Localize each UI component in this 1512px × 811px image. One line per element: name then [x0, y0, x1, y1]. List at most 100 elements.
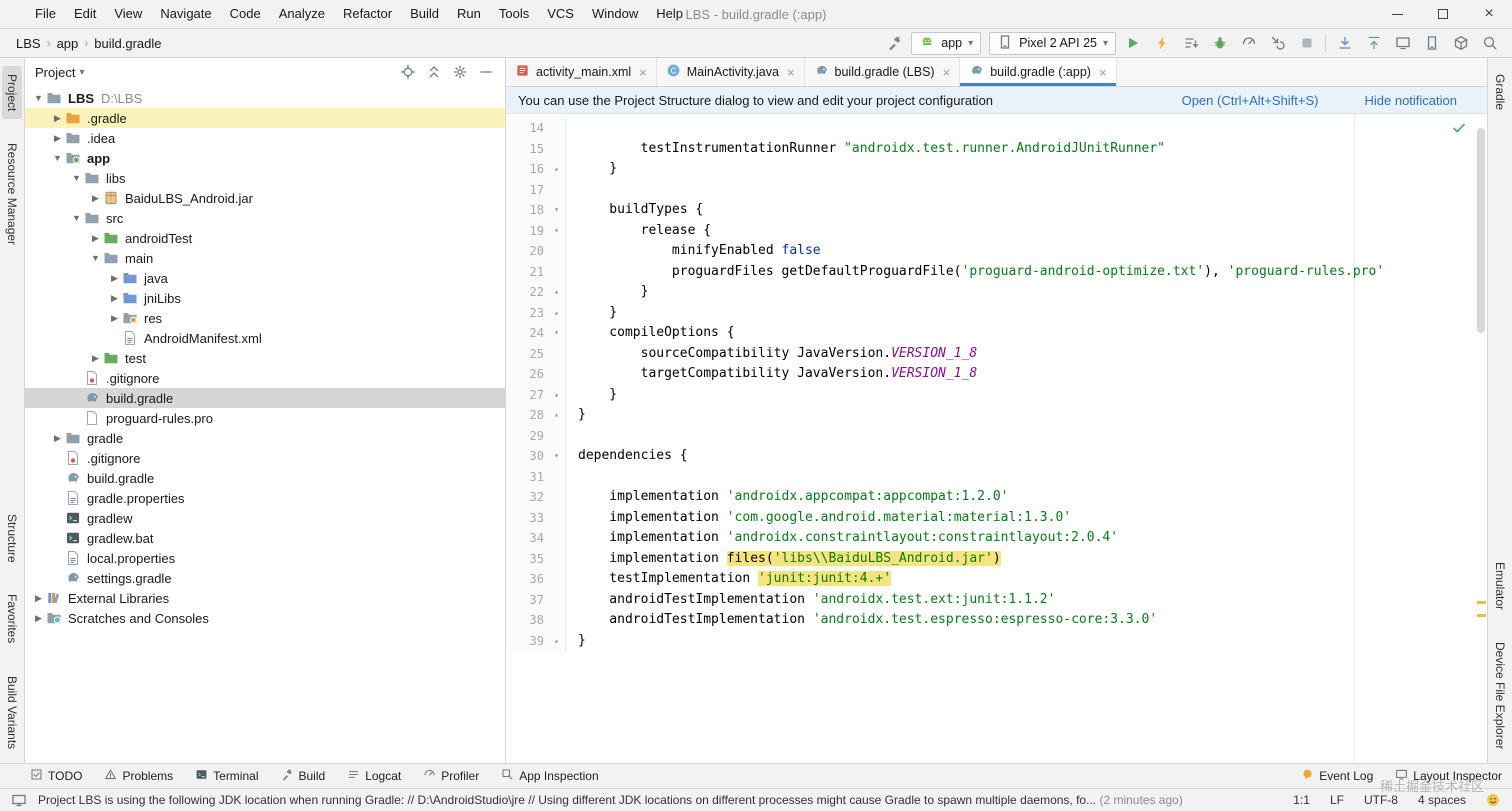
- tree-item-settings-gradle[interactable]: settings.gradle: [25, 568, 505, 588]
- code-line[interactable]: 39 ▴}: [506, 630, 1487, 651]
- tree-toggle-icon[interactable]: ▶: [50, 433, 65, 444]
- debug-button[interactable]: [1207, 32, 1232, 54]
- tree-toggle-icon[interactable]: ▶: [88, 353, 103, 364]
- tree-item-local-properties[interactable]: local.properties: [25, 548, 505, 568]
- attach-debugger-button[interactable]: [1265, 32, 1290, 54]
- tree-item-gradlew[interactable]: gradlew: [25, 508, 505, 528]
- tree-item-external-libraries[interactable]: ▶ External Libraries: [25, 588, 505, 608]
- status-lf[interactable]: LF: [1330, 793, 1344, 807]
- tree-toggle-icon[interactable]: ▶: [107, 273, 122, 284]
- code-line[interactable]: 18 ▾ buildTypes {: [506, 200, 1487, 221]
- line-number[interactable]: 20: [506, 241, 548, 262]
- menu-file[interactable]: File: [26, 0, 65, 28]
- line-number[interactable]: 31: [506, 466, 548, 487]
- status-message[interactable]: Project LBS is using the following JDK l…: [38, 793, 1283, 807]
- line-number[interactable]: 32: [506, 487, 548, 508]
- fold-marker-icon[interactable]: ▾: [548, 446, 566, 467]
- line-number[interactable]: 38: [506, 610, 548, 631]
- tree-item-build-gradle[interactable]: build.gradle: [25, 388, 505, 408]
- tree-toggle-icon[interactable]: ▶: [88, 233, 103, 244]
- tool-window-button-gradle[interactable]: Gradle: [1490, 66, 1510, 118]
- code-line[interactable]: 25 sourceCompatibility JavaVersion.VERSI…: [506, 343, 1487, 364]
- tool-button-problems[interactable]: Problems: [104, 768, 173, 784]
- tree-toggle-icon[interactable]: ▶: [50, 133, 65, 144]
- code-line[interactable]: 20 minifyEnabled false: [506, 241, 1487, 262]
- code-line[interactable]: 35 implementation files('libs\\BaiduLBS_…: [506, 548, 1487, 569]
- tool-button-profiler[interactable]: Profiler: [423, 768, 479, 784]
- warning-stripe-mark[interactable]: [1477, 601, 1486, 604]
- code-line[interactable]: 31: [506, 466, 1487, 487]
- tool-window-button-build-variants[interactable]: Build Variants: [2, 668, 22, 757]
- feedback-smiley-icon[interactable]: [1484, 791, 1502, 809]
- tool-window-switcher-icon[interactable]: [10, 791, 28, 809]
- panel-settings-button[interactable]: [449, 61, 471, 83]
- line-number[interactable]: 37: [506, 589, 548, 610]
- tree-toggle-icon[interactable]: ▼: [88, 253, 103, 263]
- tool-button-layout-inspector[interactable]: Layout Inspector: [1395, 768, 1502, 784]
- line-number[interactable]: 34: [506, 528, 548, 549]
- tool-window-button-resource-manager[interactable]: Resource Manager: [2, 135, 22, 253]
- line-number[interactable]: 16: [506, 159, 548, 180]
- fold-marker-icon[interactable]: ▴: [548, 384, 566, 405]
- tool-button-todo[interactable]: TODO: [30, 768, 82, 784]
- tree-toggle-icon[interactable]: ▶: [107, 313, 122, 324]
- tool-button-app-inspection[interactable]: App Inspection: [501, 768, 599, 784]
- tree-item-res[interactable]: ▶ res: [25, 308, 505, 328]
- status-4-spaces[interactable]: 4 spaces: [1418, 793, 1466, 807]
- breadcrumb-build-gradle[interactable]: build.gradle: [92, 35, 163, 52]
- menu-vcs[interactable]: VCS: [538, 0, 583, 28]
- tool-window-button-structure[interactable]: Structure: [2, 506, 22, 571]
- code-line[interactable]: 38 androidTestImplementation 'androidx.t…: [506, 610, 1487, 631]
- line-number[interactable]: 18: [506, 200, 548, 221]
- tab-close-icon[interactable]: ×: [787, 65, 795, 80]
- apply-changes-button[interactable]: [1149, 32, 1174, 54]
- sdk-manager-button[interactable]: [1448, 32, 1473, 54]
- editor-scrollbar[interactable]: [1477, 128, 1485, 333]
- code-line[interactable]: 23 ▴ }: [506, 302, 1487, 323]
- menu-code[interactable]: Code: [221, 0, 270, 28]
- status-1-1[interactable]: 1:1: [1293, 793, 1310, 807]
- tree-toggle-icon[interactable]: ▼: [50, 153, 65, 163]
- tree-toggle-icon[interactable]: ▶: [31, 593, 46, 604]
- fold-marker-icon[interactable]: ▴: [548, 302, 566, 323]
- fold-marker-icon[interactable]: ▴: [548, 405, 566, 426]
- minimize-button[interactable]: [1374, 0, 1420, 28]
- tree-item-proguard-rules-pro[interactable]: proguard-rules.pro: [25, 408, 505, 428]
- tree-item-gradle-properties[interactable]: gradle.properties: [25, 488, 505, 508]
- line-number[interactable]: 17: [506, 179, 548, 200]
- line-number[interactable]: 30: [506, 446, 548, 467]
- line-number[interactable]: 26: [506, 364, 548, 385]
- commit-button[interactable]: [1361, 32, 1386, 54]
- hide-notification-link[interactable]: Hide notification: [1365, 93, 1458, 108]
- fold-marker-icon[interactable]: ▾: [548, 200, 566, 221]
- code-line[interactable]: 24 ▾ compileOptions {: [506, 323, 1487, 344]
- tree-item-lbs[interactable]: ▼ LBS D:\LBS: [25, 88, 505, 108]
- tree-item-scratches-and-consoles[interactable]: ▶ Scratches and Consoles: [25, 608, 505, 628]
- tree-toggle-icon[interactable]: ▼: [31, 93, 46, 103]
- line-number[interactable]: 33: [506, 507, 548, 528]
- tree-item-src[interactable]: ▼ src: [25, 208, 505, 228]
- code-line[interactable]: 30 ▾ dependencies {: [506, 446, 1487, 467]
- project-panel-title[interactable]: Project: [35, 65, 75, 80]
- code-line[interactable]: 34 implementation 'androidx.constraintla…: [506, 528, 1487, 549]
- tool-button-logcat[interactable]: Logcat: [347, 768, 401, 784]
- editor-tab-mainactivity-java[interactable]: C MainActivity.java ×: [657, 58, 805, 86]
- tree-item-idea[interactable]: ▶ .idea: [25, 128, 505, 148]
- code-line[interactable]: 22 ▴ }: [506, 282, 1487, 303]
- code-editor[interactable]: 14 15 testInstrumentationRunner "androidx…: [506, 114, 1487, 763]
- tree-toggle-icon[interactable]: ▶: [31, 613, 46, 624]
- tool-button-build[interactable]: Build: [281, 768, 325, 784]
- fold-marker-icon[interactable]: ▾: [548, 220, 566, 241]
- menu-tools[interactable]: Tools: [490, 0, 538, 28]
- line-number[interactable]: 36: [506, 569, 548, 590]
- code-line[interactable]: 32 implementation 'androidx.appcompat:ap…: [506, 487, 1487, 508]
- layout-inspector-button[interactable]: [1390, 32, 1415, 54]
- device-manager-button[interactable]: [1419, 32, 1444, 54]
- tool-window-button-favorites[interactable]: Favorites: [2, 586, 22, 651]
- status-utf-8[interactable]: UTF-8: [1364, 793, 1398, 807]
- tree-toggle-icon[interactable]: ▼: [69, 173, 84, 183]
- code-line[interactable]: 37 androidTestImplementation 'androidx.t…: [506, 589, 1487, 610]
- code-line[interactable]: 16 ▴ }: [506, 159, 1487, 180]
- menu-build[interactable]: Build: [401, 0, 448, 28]
- close-button[interactable]: ×: [1466, 0, 1512, 28]
